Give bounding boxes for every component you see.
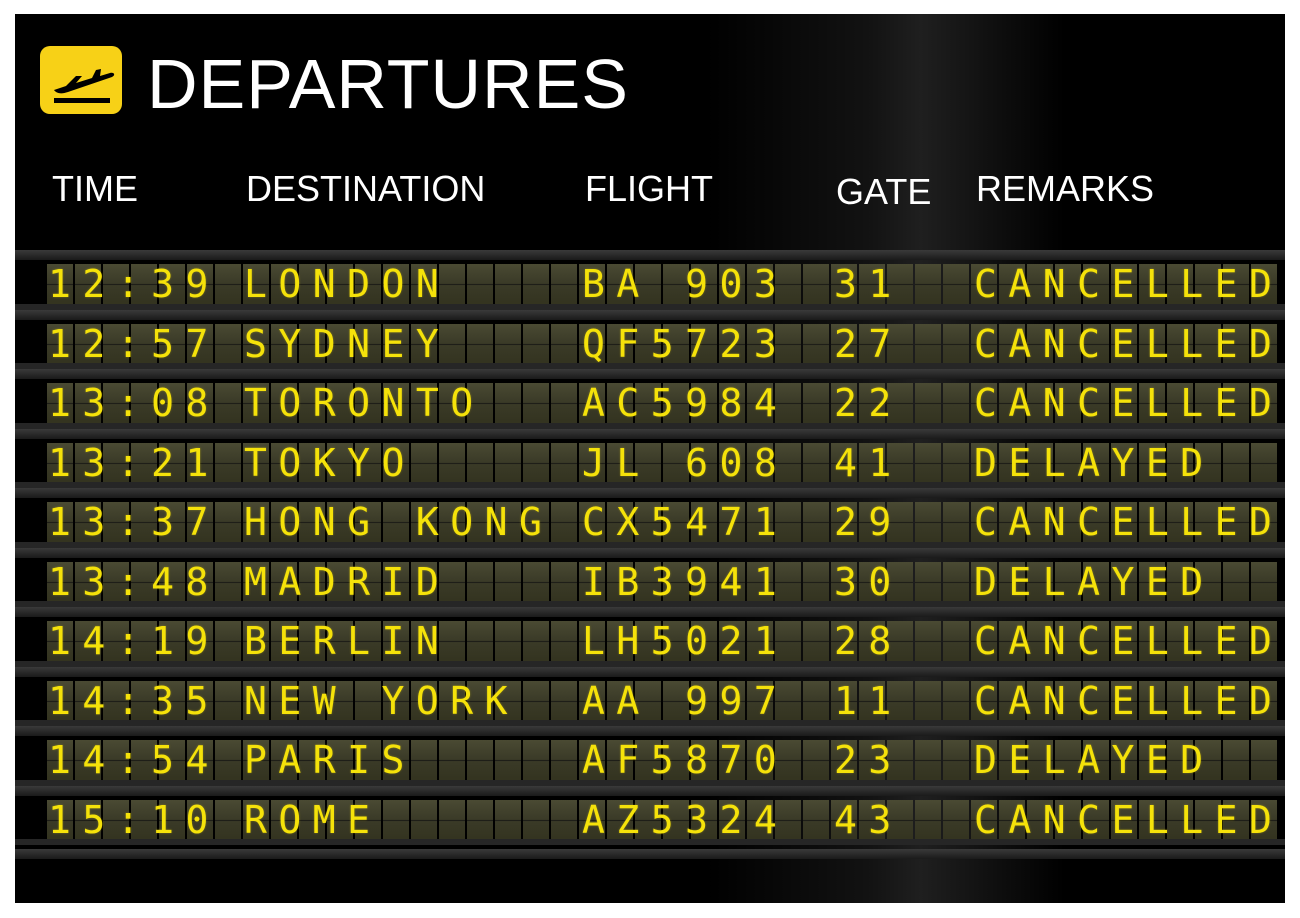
header-destination: DESTINATION [246, 168, 486, 209]
row-flight: AF5870 [582, 738, 789, 782]
row-destination: BERLIN [244, 619, 451, 663]
row-time: 13:48 [48, 559, 220, 604]
row-time: 12:57 [48, 321, 220, 366]
row-remarks: DELAYED [974, 738, 1215, 782]
row-gate: 31 [834, 262, 903, 306]
row-destination: SYDNEY [244, 321, 451, 366]
row-time: 13:37 [48, 500, 220, 544]
departure-row: 12:57 SYDNEY QF5723 27 CANCELLED [15, 309, 1285, 370]
departure-row: 14:19 BERLIN LH5021 28 CANCELLED [15, 607, 1285, 667]
row-remarks: CANCELLED [974, 262, 1284, 306]
row-gate: 23 [834, 738, 903, 782]
row-flight: JL 608 [582, 440, 789, 485]
row-destination: TORONTO [244, 381, 485, 425]
row-destination: MADRID [244, 559, 451, 604]
departure-row: 13:48 MADRID IB3941 30 DELAYED [15, 547, 1285, 608]
header-flight: FLIGHT [585, 168, 714, 209]
row-remarks: CANCELLED [974, 619, 1284, 663]
board-bottom-rail [15, 849, 1285, 859]
row-time: 14:35 [48, 678, 220, 723]
row-flight: CX5471 [582, 500, 789, 544]
departure-row: 12:39 LONDON BA 903 31 CANCELLED [15, 250, 1285, 310]
row-time: 15:10 [48, 797, 220, 842]
departures-board: DEPARTURES TIME DESTINATION FLIGHT GATE … [15, 14, 1285, 903]
row-time: 14:54 [48, 738, 220, 782]
row-gate: 11 [834, 678, 903, 723]
row-flight: AC5984 [582, 381, 789, 425]
row-remarks: CANCELLED [974, 381, 1284, 425]
row-flight: AA 997 [582, 678, 789, 723]
row-time: 13:08 [48, 381, 220, 425]
row-gate: 41 [834, 440, 903, 485]
row-remarks: CANCELLED [974, 321, 1284, 366]
row-destination: HONG KONG [244, 500, 554, 544]
header-remarks: REMARKS [976, 168, 1155, 209]
row-gate: 30 [834, 559, 903, 604]
row-flight: AZ5324 [582, 797, 789, 842]
row-gate: 29 [834, 500, 903, 544]
departure-row: 14:35 NEW YORK AA 997 11 CANCELLED [15, 666, 1285, 727]
row-destination: NEW YORK [244, 678, 520, 723]
row-flight: IB3941 [582, 559, 789, 604]
departures-list: 12:39 LONDON BA 903 31 CANCELLED 12:57 SYDNEY Q… [15, 250, 1285, 845]
row-flight: LH5021 [582, 619, 789, 663]
row-flight: BA 903 [582, 262, 789, 306]
row-gate: 22 [834, 381, 903, 425]
departure-plane-icon [40, 46, 122, 114]
departure-row: 13:08 TORONTO AC5984 22 CANCELLED [15, 369, 1285, 429]
row-remarks: CANCELLED [974, 678, 1284, 723]
departure-row: 13:21 TOKYO JL 608 41 DELAYED [15, 428, 1285, 489]
departure-row: 13:37 HONG KONG CX5471 29 CANCELLED [15, 488, 1285, 548]
row-time: 13:21 [48, 440, 220, 485]
header-time: TIME [52, 168, 138, 209]
row-remarks: DELAYED [974, 440, 1215, 485]
row-time: 14:19 [48, 619, 220, 663]
header-gate: GATE [836, 171, 932, 212]
row-flight: QF5723 [582, 321, 789, 366]
row-gate: 27 [834, 321, 903, 366]
row-destination: ROME [244, 797, 382, 842]
row-remarks: CANCELLED [974, 500, 1284, 544]
row-remarks: DELAYED [974, 559, 1215, 604]
board-title: DEPARTURES [147, 45, 629, 123]
departure-row: 14:54 PARIS AF5870 23 DELAYED [15, 726, 1285, 786]
row-gate: 28 [834, 619, 903, 663]
row-destination: PARIS [244, 738, 416, 782]
departure-row: 15:10 ROME AZ5324 43 CANCELLED [15, 785, 1285, 846]
row-gate: 43 [834, 797, 903, 842]
row-destination: LONDON [244, 262, 451, 306]
row-remarks: CANCELLED [974, 797, 1284, 842]
row-time: 12:39 [48, 262, 220, 306]
row-destination: TOKYO [244, 440, 416, 485]
